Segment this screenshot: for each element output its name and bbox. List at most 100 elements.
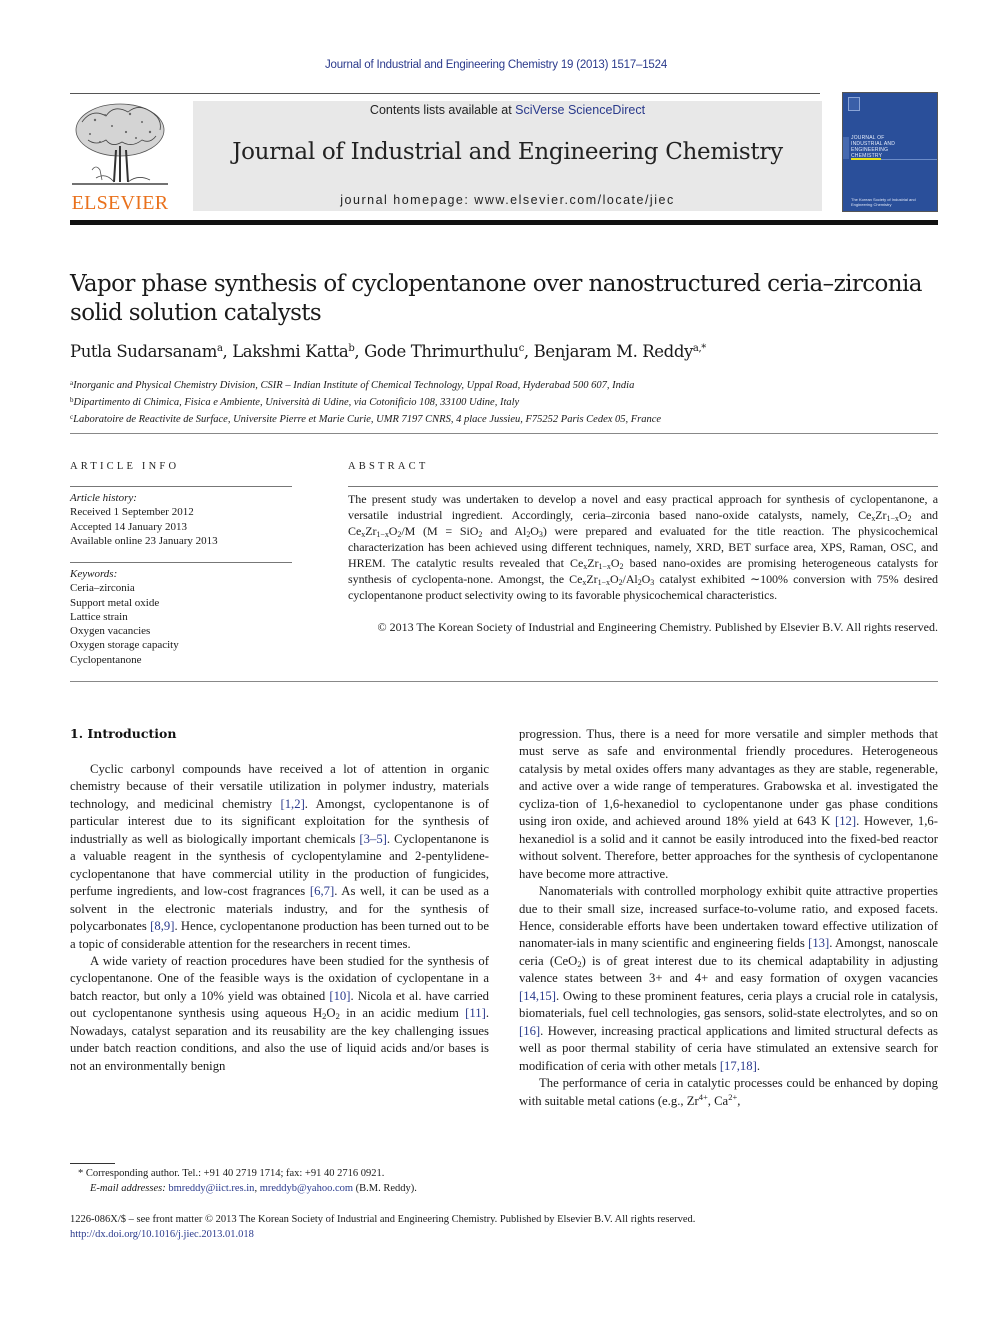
affiliation: bDipartimento di Chimica, Fisica e Ambie… [70, 393, 940, 410]
issn-copyright-line: 1226-086X/$ – see front matter © 2013 Th… [70, 1214, 696, 1225]
author[interactable]: Lakshmi Kattab [232, 342, 355, 361]
article-info-heading: ARTICLE INFO [70, 461, 180, 472]
citation-link[interactable]: [17,18] [720, 1059, 757, 1073]
body-column-left: Cyclic carbonyl compounds have received … [70, 761, 489, 1075]
contents-line: Contents lists available at SciVerse Sci… [193, 103, 822, 117]
email-label: E-mail addresses: [90, 1182, 166, 1194]
text: . [756, 1058, 760, 1073]
footnote-text: Corresponding author. Tel.: +91 40 2719 … [85, 1168, 385, 1179]
text: , [737, 1093, 741, 1108]
abstract-fragment: The present study was undertaken to deve… [348, 492, 938, 522]
section-heading: 1. Introduction [70, 726, 177, 741]
author[interactable]: Putla Sudarsanama [70, 342, 223, 361]
affiliation: cLaboratoire de Reactivite de Surface, U… [70, 410, 940, 427]
author-name: Lakshmi Katta [232, 342, 349, 361]
affiliation: aInorganic and Physical Chemistry Divisi… [70, 376, 940, 393]
text: O [326, 1006, 336, 1021]
tree-icon [72, 103, 168, 185]
elsevier-logo[interactable]: ELSEVIER [70, 100, 170, 215]
doi-link[interactable]: http://dx.doi.org/10.1016/j.jiec.2013.01… [70, 1229, 254, 1240]
sciencedirect-link[interactable]: SciVerse ScienceDirect [515, 103, 645, 117]
citation-link[interactable]: [13] [808, 936, 829, 950]
keyword: Oxygen storage capacity [70, 639, 179, 652]
elsevier-wordmark: ELSEVIER [71, 192, 169, 214]
abstract-fragment: /M (M = SiO [401, 524, 479, 538]
journal-cover-image[interactable]: Journal of Industrial and Engineering Ch… [842, 92, 938, 212]
cover-stripe [843, 137, 849, 159]
separator: , [222, 342, 233, 361]
article-title: Vapor phase synthesis of cyclopentanone … [70, 271, 922, 326]
divider [70, 93, 820, 94]
text: , Ca [707, 1093, 729, 1108]
footnote-line: * Corresponding author. Tel.: +91 40 271… [70, 1167, 490, 1182]
footnote-line: E-mail addresses: bmreddy@iict.res.in, m… [90, 1182, 417, 1194]
citation-link[interactable]: [8,9] [150, 919, 174, 933]
citation-link[interactable]: [12] [835, 814, 856, 828]
journal-homepage-link[interactable]: journal homepage: www.elsevier.com/locat… [193, 193, 822, 207]
page-footer: 1226-086X/$ – see front matter © 2013 Th… [70, 1212, 938, 1242]
citation-link[interactable]: [6,7] [310, 884, 334, 898]
history-item: Available online 23 January 2013 [70, 534, 218, 547]
affiliation-text: Laboratoire de Reactivite de Surface, Un… [73, 414, 662, 425]
citation-link[interactable]: [1,2] [280, 797, 304, 811]
citation-link[interactable]: [11] [465, 1006, 486, 1020]
cover-logo-icon [848, 97, 860, 111]
cover-accent-bar [851, 158, 881, 160]
affiliation-text: Inorganic and Physical Chemistry Divisio… [73, 380, 635, 391]
paragraph: Nanomaterials with controlled morphology… [519, 884, 938, 1073]
citation-link[interactable]: [3–5] [359, 832, 386, 846]
email-link[interactable]: mreddyb@yahoo.com [260, 1183, 353, 1194]
history-item: Received 1 September 2012 [70, 506, 194, 519]
text: . Owing to these prominent features, cer… [519, 988, 938, 1021]
history-label: Article history: [70, 492, 137, 504]
keywords-label: Keywords: [70, 568, 118, 580]
body-column-right: progression. Thus, there is a need for m… [519, 726, 938, 1110]
journal-name: Journal of Industrial and Engineering Ch… [232, 139, 783, 165]
divider [70, 486, 292, 487]
keyword: Oxygen vacancies [70, 625, 151, 638]
author[interactable]: Gode Thrimurthuluc [364, 342, 524, 361]
author[interactable]: Benjaram M. Reddya,* [533, 342, 707, 361]
corresponding-author-footnote: * Corresponding author. Tel.: +91 40 271… [70, 1167, 490, 1196]
divider [70, 681, 938, 682]
header-divider [70, 220, 938, 225]
paragraph: A wide variety of reaction procedures ha… [70, 953, 490, 1073]
footnote-marker: * [78, 1168, 84, 1179]
separator: , [354, 342, 365, 361]
divider [70, 433, 938, 434]
text: in an acidic medium [339, 1006, 466, 1021]
paragraph: progression. Thus, there is a need for m… [519, 726, 938, 883]
keyword: Lattice strain [70, 610, 128, 623]
divider [70, 562, 292, 563]
email-suffix: (B.M. Reddy). [355, 1182, 417, 1194]
keyword: Ceria–zirconia [70, 582, 135, 595]
abstract-fragment: and Al [482, 524, 527, 538]
citation-link[interactable]: [10] [329, 989, 350, 1003]
affiliation-text: Dipartimento di Chimica, Fisica e Ambien… [73, 397, 520, 408]
footnote-divider [70, 1163, 115, 1164]
contents-prefix: Contents lists available at [369, 103, 516, 117]
author-list: Putla Sudarsanama, Lakshmi Kattab, Gode … [70, 342, 940, 361]
citation-link[interactable]: [16] [519, 1024, 540, 1038]
author-name: Gode Thrimurthulu [364, 342, 519, 361]
journal-citation-link[interactable]: Journal of Industrial and Engineering Ch… [325, 59, 667, 71]
history-item: Accepted 14 January 2013 [70, 520, 187, 533]
running-head[interactable]: Journal of Industrial and Engineering Ch… [0, 59, 992, 71]
author-name: Benjaram M. Reddy [533, 342, 694, 361]
keywords: Keywords: Ceria–zirconia Support metal o… [70, 567, 292, 667]
affiliations: aInorganic and Physical Chemistry Divisi… [70, 376, 940, 427]
keyword: Support metal oxide [70, 596, 160, 609]
paragraph: Cyclic carbonyl compounds have received … [70, 761, 489, 953]
author-name: Putla Sudarsanam [70, 342, 217, 361]
cover-accent-line [881, 159, 937, 160]
affiliation-marker: a,* [692, 343, 706, 354]
citation-link[interactable]: [14,15] [519, 989, 556, 1003]
keyword: Cyclopentanone [70, 653, 142, 666]
email-link[interactable]: bmreddy@iict.res.in [168, 1183, 254, 1194]
article-history: Article history: Received 1 September 20… [70, 491, 292, 548]
cover-footer: The Korean Society of Industrial and Eng… [851, 197, 916, 207]
abstract-heading: ABSTRACT [348, 461, 429, 472]
text: ) is of great interest due to its chemic… [519, 953, 938, 986]
paragraph: The performance of ceria in catalytic pr… [519, 1076, 938, 1108]
separator: , [523, 342, 534, 361]
